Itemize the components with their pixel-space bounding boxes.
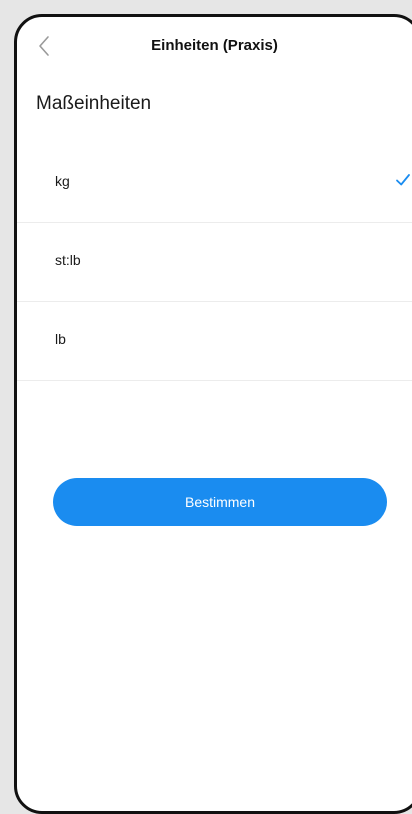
checkmark-icon	[394, 171, 412, 189]
option-row-kg[interactable]: kg	[17, 144, 412, 223]
page-title: Einheiten (Praxis)	[151, 37, 278, 54]
phone-frame: Einheiten (Praxis) Maßeinheiten kg st:lb…	[14, 14, 412, 814]
section-title: Maßeinheiten	[36, 93, 152, 114]
navigation-bar: Einheiten (Praxis)	[17, 17, 412, 77]
option-row-st-lb[interactable]: st:lb	[17, 223, 412, 302]
confirm-button[interactable]: Bestimmen	[53, 478, 387, 526]
option-label: lb	[55, 331, 66, 347]
unit-option-list: kg st:lb lb	[17, 144, 412, 381]
option-row-lb[interactable]: lb	[17, 302, 412, 381]
option-label: st:lb	[55, 252, 81, 268]
option-label: kg	[55, 173, 70, 189]
